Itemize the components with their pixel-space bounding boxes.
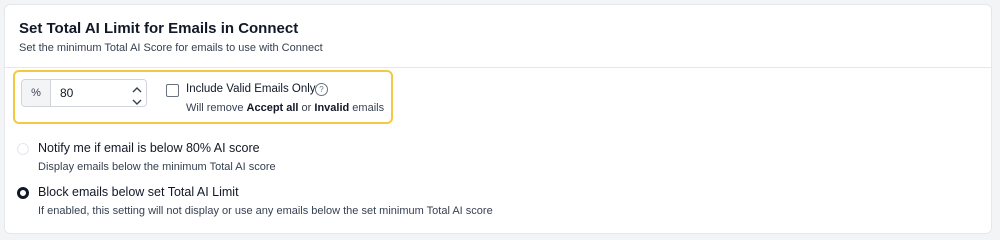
block-option-label[interactable]: Block emails below set Total AI Limit [38,185,239,199]
chevron-down-icon[interactable] [130,94,144,105]
ai-limit-card: Set Total AI Limit for Emails in Connect… [4,4,992,234]
chevron-up-icon[interactable] [130,82,144,93]
percent-unit-label: % [22,80,51,106]
notify-option: Notify me if email is below 80% AI score… [17,141,917,175]
page-subtitle: Set the minimum Total AI Score for email… [19,42,323,54]
block-option: Block emails below set Total AI Limit If… [17,185,917,219]
valid-emails-label[interactable]: Include Valid Emails Only [186,83,316,95]
page-title: Set Total AI Limit for Emails in Connect [19,20,299,37]
stepper-arrows [130,82,144,105]
valid-emails-description: Will remove Accept all or Invalid emails [186,102,385,114]
ai-limit-stepper[interactable]: % 80 [21,79,147,107]
notify-radio[interactable] [17,143,29,155]
valid-emails-checkbox[interactable] [166,84,179,97]
notify-option-description: Display emails below the minimum Total A… [38,161,276,173]
block-radio[interactable] [17,187,29,199]
block-option-description: If enabled, this setting will not displa… [38,205,493,217]
highlight-box: % 80 Include Valid Emails Only ? Will re… [13,70,393,124]
help-circle-icon[interactable]: ? [315,83,328,96]
card-header: Set Total AI Limit for Emails in Connect… [5,5,991,68]
valid-emails-option: Include Valid Emails Only ? Will remove … [166,83,391,123]
ai-limit-value[interactable]: 80 [60,80,73,106]
notify-option-label[interactable]: Notify me if email is below 80% AI score [38,141,260,155]
